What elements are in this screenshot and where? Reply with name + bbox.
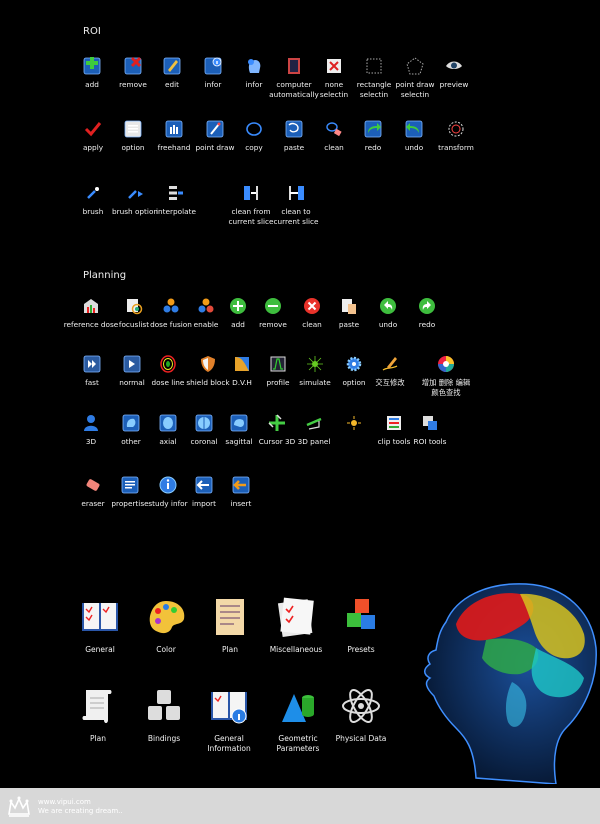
eye-preview-icon (444, 56, 464, 76)
icon-button-interactive-edit[interactable]: 交互修改 (360, 354, 420, 388)
paste-doc-icon (339, 296, 359, 316)
light-icon (344, 413, 364, 433)
icon-label: insert (230, 499, 252, 508)
computer-auto-icon (284, 56, 304, 76)
point-draw-icon (205, 119, 225, 139)
settings-category-presets-cubes[interactable]: Presets (321, 595, 401, 655)
icon-label: clean to current slice (273, 207, 319, 226)
undo-icon (404, 119, 424, 139)
icon-button-roi-tools[interactable]: ROI tools (400, 413, 460, 447)
footer-tagline: We are creating dream.. (38, 807, 123, 815)
icon-label: ROI tools (413, 437, 447, 446)
clean-icon (324, 119, 344, 139)
settings-category-atom[interactable]: Physical Data (321, 684, 401, 744)
footer-bar: www.vipui.com We are creating dream.. (0, 788, 600, 824)
sagittal-icon (229, 413, 249, 433)
presets-cubes-icon (339, 595, 383, 639)
transform-icon (446, 119, 466, 139)
clean-from-slice-icon (241, 183, 261, 203)
none-selection-icon (324, 56, 344, 76)
icon-button-eye-preview[interactable]: preview (424, 56, 484, 90)
icon-button-insert[interactable]: insert (211, 475, 271, 509)
roi-tools-icon (420, 413, 440, 433)
icon-button-transform[interactable]: transform (426, 119, 486, 153)
simulate-icon (305, 354, 325, 374)
icon-label: interpolate (156, 207, 196, 216)
category-label: Physical Data (335, 734, 387, 743)
properties-icon (120, 475, 140, 495)
person-3d-icon (81, 413, 101, 433)
icon-label: 增加 删除 编辑 颜色查找 (421, 378, 471, 397)
rectangle-selection-icon (364, 56, 384, 76)
redo-icon (363, 119, 383, 139)
category-label: Presets (347, 645, 375, 654)
icon-button-color-wheel[interactable]: 增加 删除 编辑 颜色查找 (416, 354, 476, 398)
icon-label: 交互修改 (375, 378, 405, 387)
icon-button-clean-to-slice[interactable]: clean to current slice (266, 183, 326, 227)
interactive-edit-icon (380, 354, 400, 374)
insert-icon (231, 475, 251, 495)
color-palette-icon (144, 595, 188, 639)
icon-button-redo-circle[interactable]: redo (397, 296, 457, 330)
miscellaneous-checklist-icon (274, 595, 318, 639)
option-list-icon (123, 119, 143, 139)
crown-logo-icon (6, 794, 32, 820)
paste-icon (284, 119, 304, 139)
color-wheel-icon (436, 354, 456, 374)
icon-label: 3D panel (297, 437, 331, 446)
settings-category-general-information[interactable]: General Information (189, 684, 269, 754)
undo-circle-icon (378, 296, 398, 316)
head-info-icon (244, 56, 264, 76)
edit-roi-icon (162, 56, 182, 76)
brain-head-illustration (416, 578, 598, 785)
panel-3d-icon (304, 413, 324, 433)
copy-icon (244, 119, 264, 139)
brush-icon (83, 183, 103, 203)
category-label: General Information (207, 734, 251, 753)
remove-roi-icon (123, 56, 143, 76)
checkmark-icon (83, 119, 103, 139)
redo-circle-icon (417, 296, 437, 316)
freehand-icon (164, 119, 184, 139)
roi-section-title: ROI (83, 26, 101, 37)
icon-label: transform (438, 143, 474, 152)
general-information-icon (207, 684, 251, 728)
remove-circle-icon (263, 296, 283, 316)
bindings-keys-icon (142, 684, 186, 728)
plan-notepad-icon (208, 595, 252, 639)
geometric-shapes-icon (276, 684, 320, 728)
plan-scroll-icon (76, 684, 120, 728)
dose-line-icon (158, 354, 178, 374)
interpolate-icon (166, 183, 186, 203)
reference-dose-icon (81, 296, 101, 316)
add-roi-icon (82, 56, 102, 76)
footer-url[interactable]: www.vipui.com (38, 798, 91, 806)
icon-button-interpolate[interactable]: interpolate (146, 183, 206, 217)
brush-option-icon (125, 183, 145, 203)
atom-icon (339, 684, 383, 728)
icon-label: redo (418, 320, 436, 329)
planning-section-title: Planning (83, 270, 127, 281)
general-book-icon (78, 595, 122, 639)
clean-to-slice-icon (286, 183, 306, 203)
point-draw-selection-icon (405, 56, 425, 76)
icon-label: preview (439, 80, 469, 89)
info-roi-icon (203, 56, 223, 76)
fast-icon (82, 354, 102, 374)
